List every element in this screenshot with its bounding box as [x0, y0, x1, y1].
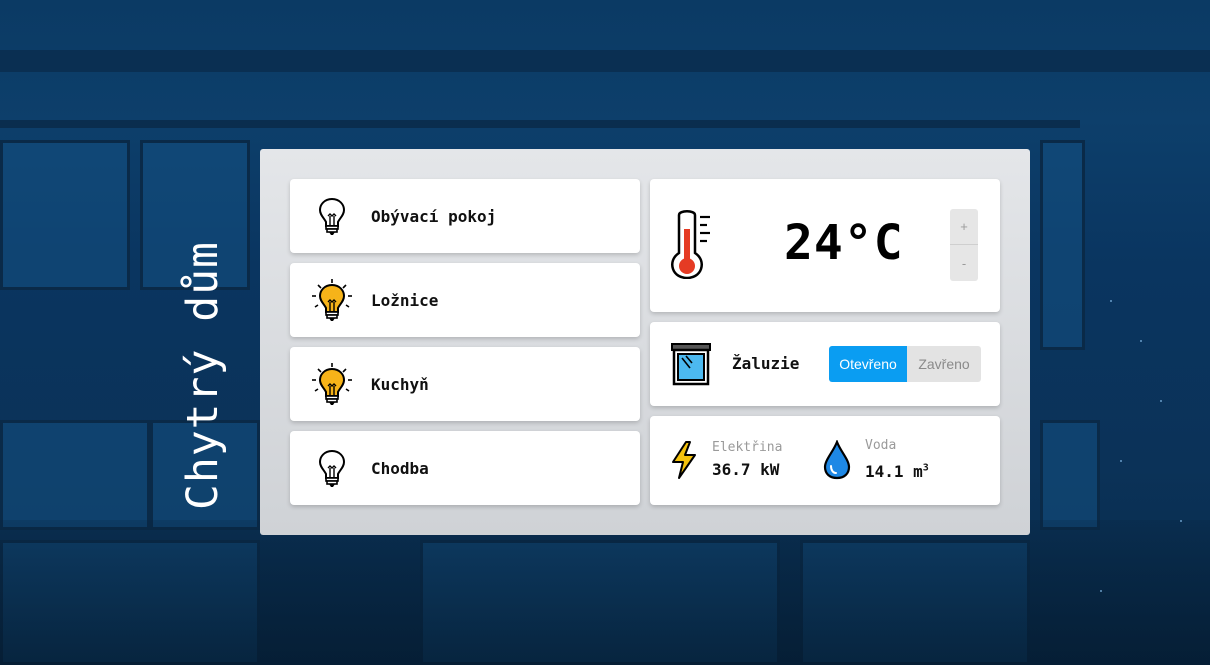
room-label: Chodba [371, 458, 429, 478]
window-icon [670, 342, 712, 390]
thermometer-icon [670, 207, 714, 283]
app-title: Chytrý dům [178, 241, 228, 510]
room-card-kuchyn[interactable]: Kuchyň [290, 347, 640, 421]
water-value: 14.1 m3 [865, 462, 929, 481]
room-label: Obývací pokoj [371, 206, 497, 226]
blinds-toggle: Otevřeno Zavřeno [829, 346, 981, 382]
lightbulb-off-icon [310, 446, 354, 490]
room-card-chodba[interactable]: Chodba [290, 431, 640, 505]
control-panel: Obývací pokoj Ložnice Kuchyň Chodba 24°C… [260, 149, 1030, 535]
temperature-decrease-button[interactable]: - [950, 245, 978, 281]
temperature-value: 24°C [784, 215, 904, 271]
room-card-obyvaci-pokoj[interactable]: Obývací pokoj [290, 179, 640, 253]
blinds-label: Žaluzie [732, 354, 800, 373]
lightning-icon [670, 440, 698, 484]
lightbulb-on-icon [310, 278, 354, 322]
lightbulb-off-icon [310, 194, 354, 238]
lightbulb-on-icon [310, 362, 354, 406]
room-label: Kuchyň [371, 374, 429, 394]
thermostat-card: 24°C + - [650, 179, 1000, 312]
temperature-stepper: + - [950, 209, 978, 281]
water-caption: Voda [865, 438, 897, 453]
blinds-closed-button[interactable]: Zavřeno [907, 346, 981, 382]
room-card-loznice[interactable]: Ložnice [290, 263, 640, 337]
water-drop-icon [822, 439, 852, 484]
electricity-caption: Elektřina [712, 440, 783, 455]
blinds-open-button[interactable]: Otevřeno [829, 346, 907, 382]
usage-card: Elektřina 36.7 kW Voda 14.1 m3 [650, 416, 1000, 505]
water-unit-exponent: 3 [922, 462, 929, 474]
blinds-card: Žaluzie Otevřeno Zavřeno [650, 322, 1000, 406]
temperature-increase-button[interactable]: + [950, 209, 978, 245]
electricity-value: 36.7 kW [712, 460, 780, 479]
room-label: Ložnice [371, 290, 439, 310]
